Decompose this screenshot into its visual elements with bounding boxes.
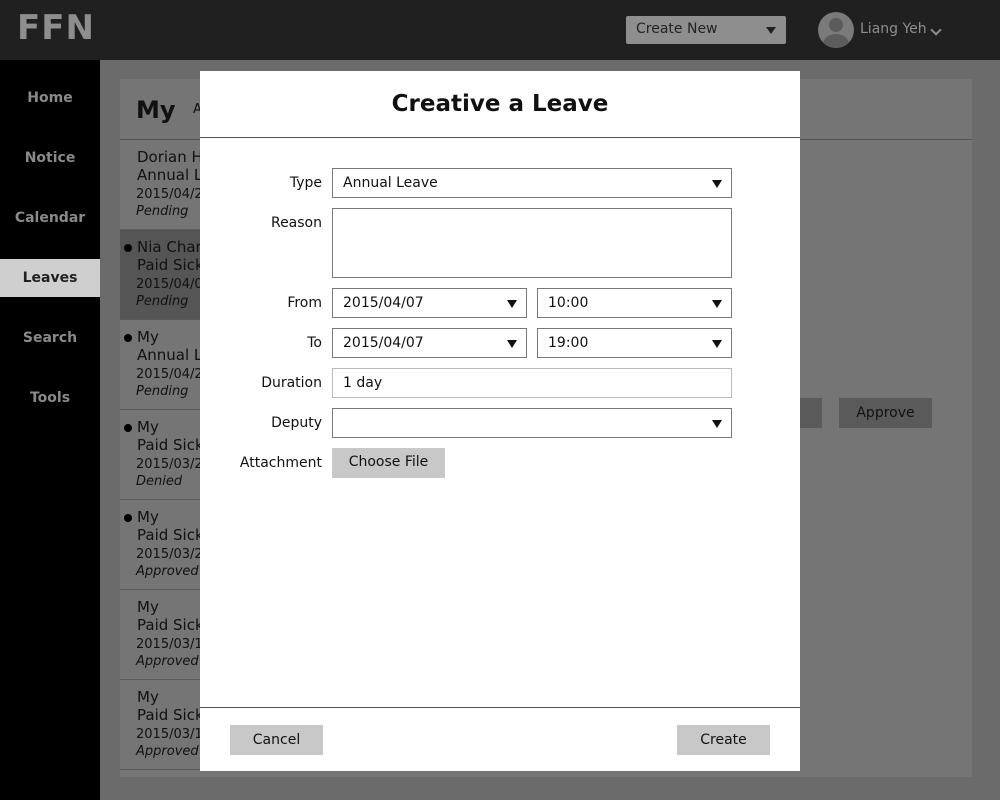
from-time-select[interactable]: 10:00 — [537, 288, 732, 318]
caret-down-icon — [766, 27, 776, 34]
caret-down-icon — [712, 420, 722, 428]
list-item-name: My — [137, 688, 159, 706]
sidebar-item-search[interactable]: Search — [0, 319, 100, 357]
divider — [200, 137, 800, 138]
list-item-date: 2015/04/2 — [136, 367, 202, 382]
sidebar-item-leaves[interactable]: Leaves — [0, 259, 100, 297]
reason-textarea[interactable] — [332, 208, 732, 278]
type-label: Type — [289, 175, 322, 191]
list-item-type: Paid Sick — [137, 256, 202, 274]
list-item-date: 2015/03/1 — [136, 727, 202, 742]
list-item-name: My — [137, 418, 159, 436]
deny-button[interactable] — [800, 398, 822, 428]
list-item-status: Pending — [136, 204, 189, 219]
leave-list-item[interactable]: Nia Char Paid Sick 2015/04/0 Pending — [120, 230, 202, 320]
list-item-name: My — [137, 598, 159, 616]
type-select[interactable]: Annual Leave — [332, 168, 732, 198]
list-item-status: Pending — [136, 384, 189, 399]
sidebar-item-home[interactable]: Home — [0, 79, 100, 117]
leave-list-item[interactable]: My Paid Sick 2015/03/1 Approved — [120, 590, 202, 680]
deputy-label: Deputy — [271, 415, 322, 431]
create-leave-modal: Creative a Leave Type Annual Leave Reaso… — [200, 71, 800, 771]
unread-dot-icon — [124, 424, 132, 432]
caret-down-icon — [507, 340, 517, 348]
duration-label: Duration — [261, 375, 322, 391]
create-new-dropdown[interactable]: Create New — [626, 16, 786, 44]
create-button[interactable]: Create — [677, 725, 770, 755]
list-item-date: 2015/03/2 — [136, 547, 202, 562]
caret-down-icon — [712, 340, 722, 348]
unread-dot-icon — [124, 334, 132, 342]
app-logo[interactable]: FFN — [17, 8, 95, 48]
list-item-date: 2015/03/1 — [136, 637, 202, 652]
leave-list-item[interactable]: Dorian H Annual L 2015/04/2 Pending — [120, 140, 202, 230]
to-date-select[interactable]: 2015/04/07 — [332, 328, 527, 358]
unread-dot-icon — [124, 244, 132, 252]
create-new-label: Create New — [636, 21, 718, 37]
from-date-select[interactable]: 2015/04/07 — [332, 288, 527, 318]
list-item-status: Denied — [136, 474, 183, 489]
modal-title: Creative a Leave — [391, 91, 609, 117]
list-item-name: My — [137, 328, 159, 346]
sidebar-item-calendar[interactable]: Calendar — [0, 199, 100, 237]
from-date-value: 2015/04/07 — [343, 295, 424, 311]
to-time-select[interactable]: 19:00 — [537, 328, 732, 358]
list-item-type: Annual L — [137, 346, 202, 364]
sidebar-item-tools[interactable]: Tools — [0, 379, 100, 417]
duration-field: 1 day — [332, 368, 732, 398]
reason-label: Reason — [270, 215, 322, 231]
list-item-type: Paid Sick — [137, 706, 202, 724]
from-label: From — [287, 295, 322, 311]
leave-list-item[interactable]: My Paid Sick 2015/03/1 Approved — [120, 680, 202, 770]
caret-down-icon — [712, 180, 722, 188]
attachment-label: Attachment — [239, 455, 322, 471]
unread-dot-icon — [124, 514, 132, 522]
list-item-type: Paid Sick — [137, 616, 202, 634]
list-item-type: Paid Sick — [137, 526, 202, 544]
approve-button[interactable]: Approve — [839, 398, 932, 428]
top-header: FFN Create New Liang Yeh — [0, 0, 1000, 60]
caret-down-icon — [712, 300, 722, 308]
list-item-date: 2015/03/2 — [136, 457, 202, 472]
caret-down-icon — [507, 300, 517, 308]
leave-list-item[interactable]: My Paid Sick 2015/03/2 Denied — [120, 410, 202, 500]
list-item-name: Nia Char — [137, 238, 202, 256]
list-item-name: My — [137, 508, 159, 526]
list-item-date: 2015/04/0 — [136, 277, 202, 292]
to-time-value: 19:00 — [548, 335, 589, 351]
type-value: Annual Leave — [343, 175, 438, 191]
to-date-value: 2015/04/07 — [343, 335, 424, 351]
list-item-status: Approved — [136, 654, 199, 669]
list-item-status: Approved — [136, 564, 199, 579]
list-item-date: 2015/04/2 — [136, 187, 202, 202]
chevron-down-icon[interactable] — [930, 24, 942, 36]
from-time-value: 10:00 — [548, 295, 589, 311]
list-item-type: Annual L — [137, 166, 202, 184]
to-label: To — [307, 335, 322, 351]
list-item-name: Dorian H — [137, 148, 202, 166]
choose-file-button[interactable]: Choose File — [332, 448, 445, 478]
sidebar-nav: Home Notice Calendar Leaves Search Tools — [0, 60, 100, 800]
user-avatar-icon[interactable] — [818, 12, 854, 48]
user-name[interactable]: Liang Yeh — [860, 21, 927, 37]
list-item-type: Paid Sick — [137, 436, 202, 454]
divider — [200, 707, 800, 708]
leave-list-item[interactable]: My Annual L 2015/04/2 Pending — [120, 320, 202, 410]
cancel-button[interactable]: Cancel — [230, 725, 323, 755]
page-title: My — [136, 96, 176, 124]
deputy-select[interactable] — [332, 408, 732, 438]
sidebar-item-notice[interactable]: Notice — [0, 139, 100, 177]
list-item-status: Pending — [136, 294, 189, 309]
list-item-status: Approved — [136, 744, 199, 759]
duration-value: 1 day — [343, 375, 383, 391]
leave-list-item[interactable]: My Paid Sick 2015/03/2 Approved — [120, 500, 202, 590]
